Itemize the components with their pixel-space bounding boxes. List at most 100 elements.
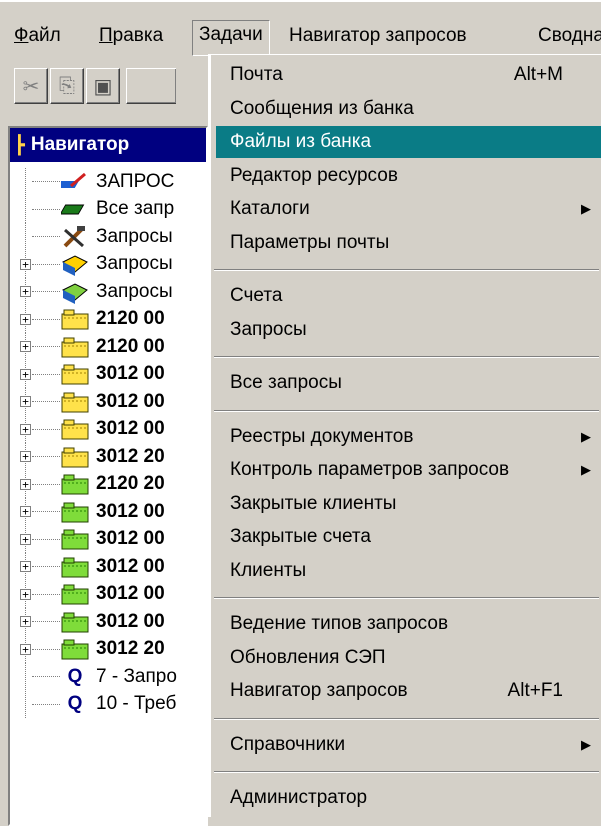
tree-connector: [25, 663, 26, 690]
menu-item-label: Параметры почты: [230, 231, 390, 253]
menu-item-label: Закрытые счета: [230, 526, 371, 547]
menu-item-0[interactable]: Почта Alt+M: [216, 59, 601, 91]
menu-item-24[interactable]: Администратор: [216, 782, 601, 814]
expand-icon[interactable]: +: [20, 533, 31, 545]
tree-item[interactable]: +2120 00: [10, 305, 210, 333]
tree-item[interactable]: +3012 00: [10, 388, 210, 415]
navigator-header: ┣ Навигатор: [10, 128, 206, 162]
expand-icon[interactable]: +: [20, 313, 31, 325]
expand-icon[interactable]: +: [20, 258, 31, 270]
menu-item-20[interactable]: Навигатор запросов Alt+F1: [216, 675, 601, 707]
tree-item-label: 7 - Запро: [96, 665, 177, 687]
menu-item-label: Файлы из банка: [230, 131, 372, 152]
tree-item-label: Запросы: [96, 280, 173, 302]
menu-item-7[interactable]: Счета: [216, 280, 601, 312]
tree-item[interactable]: +3012 00: [10, 360, 210, 388]
menu-item-3[interactable]: Редактор ресурсов: [216, 160, 601, 192]
tree-item[interactable]: ЗАПРОС: [10, 168, 210, 195]
menu-separator: [214, 409, 599, 412]
yellow-blue-folder-icon: [60, 252, 90, 276]
tree-item[interactable]: +3012 00: [10, 608, 210, 635]
yellow-folder-icon: [60, 390, 90, 414]
green-folder-icon: [60, 555, 90, 579]
tree-item-label: Запросы: [96, 225, 173, 247]
menu-item-14[interactable]: Закрытые клиенты: [216, 488, 601, 520]
menu-item-12[interactable]: Реестры документов ▶: [216, 421, 601, 453]
menu-item-19[interactable]: Обновления СЭП: [216, 642, 601, 674]
menu-item-label: Контроль параметров запросов: [230, 459, 510, 480]
menu-item-10[interactable]: Все запросы: [216, 367, 601, 399]
tree-item[interactable]: +2120 00: [10, 333, 210, 360]
expand-icon[interactable]: +: [20, 368, 31, 380]
tree-icon: ┣: [14, 134, 25, 155]
tree-connector: [32, 263, 60, 265]
tree-item-label: 2120 00: [96, 308, 165, 329]
tree-connector: [25, 168, 26, 195]
menu-item-18[interactable]: Ведение типов запросов: [216, 608, 601, 640]
expand-icon[interactable]: +: [20, 643, 31, 655]
tree-item[interactable]: +3012 20: [10, 635, 210, 663]
pencil-book-icon: [60, 170, 90, 194]
menu-item-15[interactable]: Закрытые счета: [216, 521, 601, 553]
expand-icon[interactable]: +: [20, 506, 31, 517]
menu-item-5[interactable]: Параметры почты: [216, 227, 601, 259]
tree-item-label: 3012 00: [96, 583, 165, 604]
expand-icon[interactable]: +: [20, 423, 31, 435]
menu-item-label: Счета: [230, 285, 283, 306]
tree-connector: [32, 346, 60, 347]
tree-item[interactable]: +3012 00: [10, 415, 210, 443]
expand-icon[interactable]: +: [20, 341, 31, 352]
expand-icon[interactable]: +: [20, 396, 31, 407]
menu-item-16[interactable]: Клиенты: [216, 555, 601, 587]
tree-item[interactable]: + Запросы: [10, 250, 210, 278]
menu-item-13[interactable]: Контроль параметров запросов ▶: [216, 454, 601, 486]
menu-item-8[interactable]: Запросы: [216, 314, 601, 346]
menu-file[interactable]: Файл: [8, 22, 67, 58]
expand-icon[interactable]: +: [20, 616, 31, 627]
tree-connector: [32, 373, 60, 375]
menu-separator: [214, 717, 599, 720]
tree-item[interactable]: +3012 00: [10, 498, 210, 525]
tree-item[interactable]: + Запросы: [10, 278, 210, 305]
menu-bar: Файл Правка Задачи Навигатор запросов Св…: [0, 0, 601, 58]
tree-connector: [25, 195, 26, 223]
tree-item[interactable]: +3012 20: [10, 443, 210, 470]
expand-icon[interactable]: +: [20, 451, 31, 462]
menu-query-navigator[interactable]: Навигатор запросов: [283, 22, 473, 58]
tree-item[interactable]: +3012 00: [10, 553, 210, 580]
green-folder-icon: [60, 610, 90, 634]
tree-item-label: 3012 00: [96, 610, 165, 632]
menu-edit[interactable]: Правка: [93, 22, 169, 58]
menu-item-1[interactable]: Сообщения из банка: [216, 93, 601, 125]
tree-item[interactable]: +3012 00: [10, 525, 210, 553]
expand-icon[interactable]: +: [20, 478, 31, 490]
tree-item[interactable]: +2120 20: [10, 470, 210, 498]
tree-item[interactable]: +3012 00: [10, 580, 210, 608]
tree-item[interactable]: Q 7 - Запро: [10, 663, 210, 690]
cut-button[interactable]: ✂: [14, 68, 48, 104]
tree-item-label: 3012 20: [96, 638, 165, 659]
expand-icon[interactable]: +: [20, 561, 31, 572]
menu-summary[interactable]: Сводна: [532, 22, 601, 58]
expand-icon[interactable]: +: [20, 286, 31, 297]
menu-item-2[interactable]: Файлы из банка: [216, 126, 601, 158]
tree-item-label: 2120 20: [96, 473, 165, 494]
tree-connector: [32, 483, 60, 485]
expand-icon[interactable]: +: [20, 588, 31, 600]
paste-button[interactable]: ▣: [86, 68, 120, 104]
menu-item-label: Каталоги: [230, 198, 310, 219]
toolbar-button-partial[interactable]: [126, 68, 176, 104]
tree-item[interactable]: Запросы: [10, 223, 210, 250]
menu-item-22[interactable]: Справочники ▶: [216, 729, 601, 761]
tree-item-label: 3012 00: [96, 363, 165, 384]
tree-connector: [32, 593, 60, 595]
menu-tasks[interactable]: Задачи: [192, 20, 270, 56]
menu-item-4[interactable]: Каталоги ▶: [216, 193, 601, 225]
yellow-folder-icon: [60, 335, 90, 359]
tree-connector: [32, 676, 60, 677]
copy-button[interactable]: ⎘: [50, 68, 84, 104]
yellow-folder-icon: [60, 362, 90, 386]
tree-item[interactable]: Все запр: [10, 195, 210, 223]
tree-item[interactable]: Q 10 - Треб: [10, 690, 210, 718]
tree-connector: [25, 223, 26, 250]
